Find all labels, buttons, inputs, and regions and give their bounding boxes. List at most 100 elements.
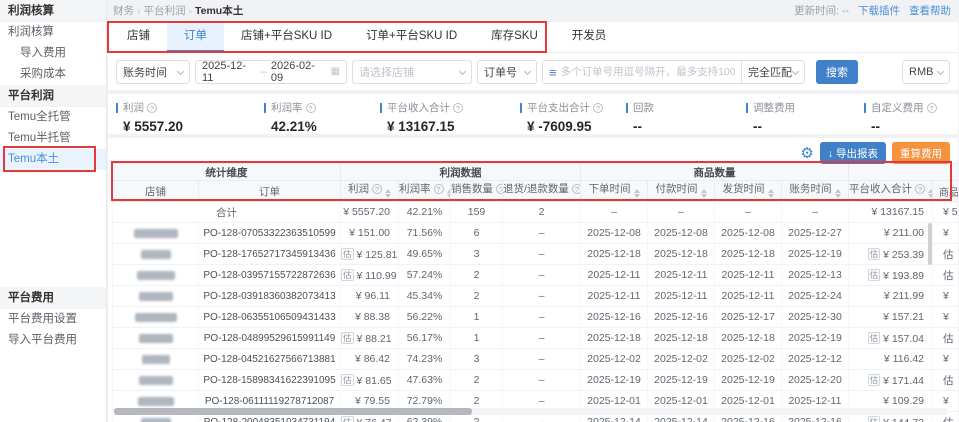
estimate-tag: 估 — [868, 269, 881, 281]
order-number-input[interactable] — [561, 66, 735, 78]
info-icon[interactable] — [927, 103, 937, 113]
breadcrumb-platform-profit[interactable]: 平台利润 — [144, 5, 186, 17]
column-label: 订单 — [259, 186, 280, 198]
date-range-input[interactable]: 2025-12-11 – 2026-02-09 ▦ — [195, 60, 347, 84]
column-header-t2[interactable]: 付款时间 — [648, 181, 715, 202]
cell-t1: 2025-12-19 — [581, 370, 648, 391]
vertical-scrollbar-thumb[interactable] — [928, 223, 932, 265]
info-icon[interactable] — [434, 184, 444, 194]
cell-t4: 2025-12-13 — [782, 265, 849, 286]
date-separator: – — [261, 66, 267, 78]
table-row[interactable]: PO-128-06355106509431433¥ 88.3856.22%1–2… — [113, 307, 959, 328]
column-header-t3[interactable]: 发货时间 — [715, 181, 782, 202]
cell-t3: 2025-12-18 — [715, 244, 782, 265]
table-body: 合计¥ 5557.2042.21%1592––––¥ 13167.15¥ 5PO… — [113, 202, 959, 422]
currency-select[interactable]: RMB — [902, 60, 950, 84]
table-row[interactable]: PO-128-07053322363510599¥ 151.0071.56%6–… — [113, 223, 959, 244]
table-row[interactable]: PO-128-17652717345913436估¥ 125.8149.65%3… — [113, 244, 959, 265]
recalculate-fees-button[interactable]: 重算费用 — [892, 142, 950, 164]
sort-icon[interactable] — [835, 186, 841, 201]
tab-inventory-sku[interactable]: 库存SKU — [474, 22, 555, 52]
column-header-margin[interactable]: 利润率 — [399, 181, 451, 202]
tab-bar: 店铺 订单 店铺+平台SKU ID 订单+平台SKU ID 库存SKU 开发员 — [108, 22, 958, 53]
cell-t4: 2025-12-20 — [782, 370, 849, 391]
sidebar-item-temu-full[interactable]: Temu全托管 — [0, 107, 106, 128]
info-icon[interactable] — [306, 103, 316, 113]
info-icon[interactable] — [593, 103, 603, 113]
search-type-select[interactable]: 订单号 — [477, 60, 537, 84]
sidebar-item-profit-accounting[interactable]: 利润核算 — [0, 22, 106, 43]
cell-qty: 2 — [451, 286, 503, 307]
cell-t1: 2025-12-11 — [581, 286, 648, 307]
export-report-button[interactable]: ↓ 导出报表 — [820, 142, 886, 164]
metric-value: ¥ 13167.15 — [380, 119, 520, 134]
table-row[interactable]: PO-128-04521627566713881¥ 86.4274.23%3–2… — [113, 349, 959, 370]
cell-ret: – — [503, 244, 581, 265]
cell-margin: 57.24% — [399, 265, 451, 286]
sort-icon[interactable] — [768, 186, 774, 201]
cell-sales: ¥ — [933, 307, 959, 328]
time-type-select[interactable]: 账务时间 — [116, 60, 190, 84]
sort-icon[interactable] — [634, 186, 640, 201]
sidebar-item-temu-local[interactable]: Temu本土 — [0, 149, 106, 170]
cell-store — [113, 328, 199, 349]
info-icon[interactable] — [453, 103, 463, 113]
column-header-sales: 商品销售 — [933, 181, 959, 202]
column-header-profit[interactable]: 利润 — [341, 181, 399, 202]
store-name-redacted — [139, 334, 173, 343]
gear-icon[interactable]: ⚙ — [800, 146, 813, 161]
download-plugin-link[interactable]: 下载插件 — [858, 3, 900, 18]
horizontal-scrollbar-thumb[interactable] — [114, 408, 472, 415]
sort-icon[interactable] — [928, 186, 933, 201]
info-icon[interactable] — [915, 184, 925, 194]
view-help-link[interactable]: 查看帮助 — [909, 3, 951, 18]
estimate-tag: 估 — [868, 332, 881, 344]
cell-ret: – — [503, 223, 581, 244]
cell-t3: – — [715, 202, 782, 223]
download-icon: ↓ — [828, 148, 836, 160]
store-select[interactable]: 请选择店铺 — [352, 60, 472, 84]
sidebar-item-purchase-cost[interactable]: 采购成本 — [0, 64, 106, 85]
cell-order: PO-128-06355106509431433 — [199, 307, 341, 328]
sidebar-item-import-platform-fees[interactable]: 导入平台费用 — [0, 330, 106, 351]
breadcrumb-finance[interactable]: 财务 — [113, 5, 134, 17]
tab-order-sku[interactable]: 订单+平台SKU ID — [349, 22, 474, 52]
table-row[interactable]: PO-128-03957155722872636估¥ 110.9957.24%2… — [113, 265, 959, 286]
table-row[interactable]: PO-128-15898341622391095估¥ 81.6547.63%2–… — [113, 370, 959, 391]
sidebar-item-fee-settings[interactable]: 平台费用设置 — [0, 309, 106, 330]
sort-icon[interactable] — [701, 186, 707, 201]
sidebar-item-import-fees[interactable]: 导入费用 — [0, 43, 106, 64]
tab-store[interactable]: 店铺 — [110, 22, 167, 52]
column-header-income[interactable]: 平台收入合计 — [849, 181, 933, 202]
column-group: 统计维度 — [113, 164, 341, 181]
match-mode-select[interactable]: 完全匹配 — [741, 60, 805, 84]
sidebar-item-temu-semi[interactable]: Temu半托管 — [0, 128, 106, 149]
tab-developer[interactable]: 开发员 — [555, 22, 624, 52]
info-icon[interactable] — [572, 184, 581, 194]
column-group: 商品数量 — [581, 164, 849, 181]
cell-t4: 2025-12-12 — [782, 349, 849, 370]
app-window: 利润核算 利润核算 导入费用 采购成本 平台利润 Temu全托管 Temu半托管… — [0, 0, 959, 422]
column-header-t4[interactable]: 账务时间 — [782, 181, 849, 202]
search-button[interactable]: 搜索 — [816, 60, 858, 84]
sort-icon[interactable] — [447, 186, 451, 201]
cell-qty: 3 — [451, 244, 503, 265]
metric-profit: 利润 ¥ 5557.20 — [116, 100, 264, 134]
tab-store-sku[interactable]: 店铺+平台SKU ID — [224, 22, 349, 52]
column-header-ret[interactable]: 退货/退款数量 — [503, 181, 581, 202]
info-icon[interactable] — [147, 103, 157, 113]
cell-store — [113, 265, 199, 286]
cell-qty: 2 — [451, 265, 503, 286]
cell-t4: 2025-12-19 — [782, 328, 849, 349]
column-header-t1[interactable]: 下单时间 — [581, 181, 648, 202]
table-row[interactable]: PO-128-04899529615991149估¥ 88.2156.17%1–… — [113, 328, 959, 349]
sort-icon[interactable] — [385, 186, 391, 201]
info-icon[interactable] — [496, 184, 503, 194]
cell-t4: – — [782, 202, 849, 223]
column-header-qty[interactable]: 销售数量 — [451, 181, 503, 202]
tab-order[interactable]: 订单 — [167, 22, 224, 52]
cell-income: ¥ 116.42 — [849, 349, 933, 370]
metric-accent-bar — [626, 103, 628, 113]
table-row[interactable]: PO-128-03918360382073413¥ 96.1145.34%2–2… — [113, 286, 959, 307]
info-icon[interactable] — [372, 184, 382, 194]
